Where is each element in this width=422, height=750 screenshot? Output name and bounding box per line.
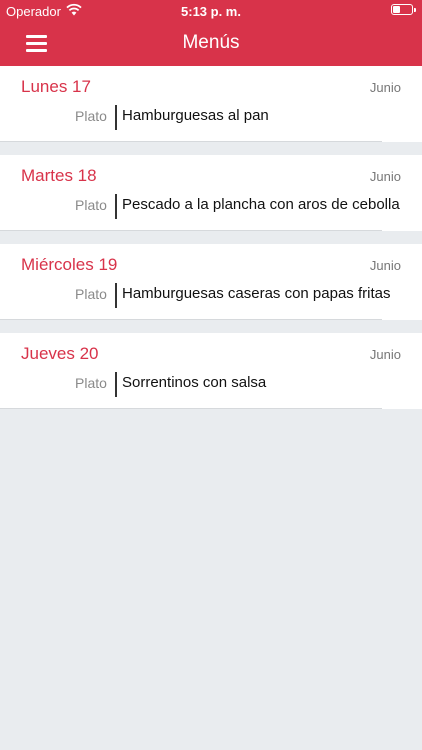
menu-card-lunes[interactable]: Lunes 17 Junio Plato Hamburguesas al pan <box>0 66 422 142</box>
battery-icon <box>391 4 416 15</box>
dish-field-label: Plato <box>75 286 107 302</box>
divider <box>115 283 117 308</box>
clock: 5:13 p. m. <box>181 4 241 19</box>
nav-bar: Menús <box>0 22 422 66</box>
month-label: Junio <box>369 347 401 362</box>
dish-field-label: Plato <box>75 197 107 213</box>
app-header: Operador 5:13 p. m. Menús <box>0 0 422 66</box>
dish-name: Hamburguesas al pan <box>122 107 269 124</box>
month-label: Junio <box>369 169 401 184</box>
day-label: Lunes 17 <box>21 77 91 96</box>
menu-card-miercoles[interactable]: Miércoles 19 Junio Plato Hamburguesas ca… <box>0 244 422 320</box>
divider <box>115 372 117 397</box>
day-label: Martes 18 <box>21 166 97 185</box>
dish-field-label: Plato <box>75 108 107 124</box>
dish-name: Sorrentinos con salsa <box>122 374 267 391</box>
menu-card-jueves[interactable]: Jueves 20 Junio Plato Sorrentinos con sa… <box>0 333 422 409</box>
menu-card-martes[interactable]: Martes 18 Junio Plato Pescado a la planc… <box>0 155 422 231</box>
dish-name: Pescado a la plancha con aros de cebolla <box>122 196 400 213</box>
month-label: Junio <box>369 80 401 95</box>
dish-name: Hamburguesas caseras con papas fritas <box>122 285 391 302</box>
day-label: Miércoles 19 <box>21 255 118 274</box>
dish-field-label: Plato <box>75 375 107 391</box>
month-label: Junio <box>369 258 401 273</box>
divider <box>115 194 117 219</box>
page-title: Menús <box>182 32 240 53</box>
divider <box>115 105 117 130</box>
menu-list: Lunes 17 Junio Plato Hamburguesas al pan… <box>0 66 422 422</box>
status-bar: Operador 5:13 p. m. <box>0 0 422 22</box>
day-label: Jueves 20 <box>21 344 99 363</box>
